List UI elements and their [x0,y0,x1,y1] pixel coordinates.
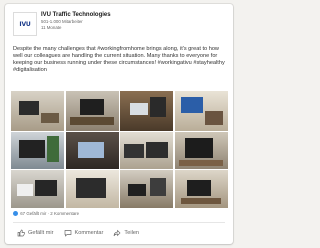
share-button[interactable]: Teilen [113,229,139,237]
share-label: Teilen [124,230,140,236]
divider [13,222,225,223]
comment-button[interactable]: Kommentar [64,229,104,237]
action-bar: Gefällt mir Kommentar Teilen [17,226,227,240]
like-badge-icon [13,211,18,217]
post-age: 11 Monate [41,25,62,30]
photo-11[interactable] [120,170,173,208]
company-logo[interactable]: IVU [13,12,37,36]
post-header: IVU IVU Traffic Technologies 501-1.000 M… [13,11,223,37]
comment-bubble-icon [64,230,71,237]
like-label: Gefällt mir [28,230,54,236]
photo-8[interactable] [174,132,228,169]
comment-label: Kommentar [74,230,104,236]
photo-10[interactable] [65,170,119,208]
photo-3[interactable] [120,91,173,131]
like-button[interactable]: Gefällt mir [17,229,54,237]
comments-count[interactable]: 2 Kommentare [50,211,79,216]
social-counts: 67 Gefällt mir · 2 Kommentare [13,211,229,217]
separator: · [47,211,50,216]
photo-1[interactable] [11,91,64,131]
likes-count[interactable]: 67 Gefällt mir [20,211,46,216]
photo-9[interactable] [11,170,64,208]
post-card: IVU IVU Traffic Technologies 501-1.000 M… [5,4,233,244]
thumbs-up-icon [17,229,25,237]
photo-2[interactable] [65,91,119,131]
company-name[interactable]: IVU Traffic Technologies [41,11,111,19]
photo-7[interactable] [120,132,173,169]
photo-5[interactable] [11,132,64,169]
post-text: Despite the many challenges that #workin… [13,46,225,73]
photo-4[interactable] [174,91,228,131]
photo-gallery[interactable] [11,91,228,209]
photo-12[interactable] [174,170,228,208]
share-arrow-icon [114,229,121,237]
photo-6[interactable] [65,132,119,169]
